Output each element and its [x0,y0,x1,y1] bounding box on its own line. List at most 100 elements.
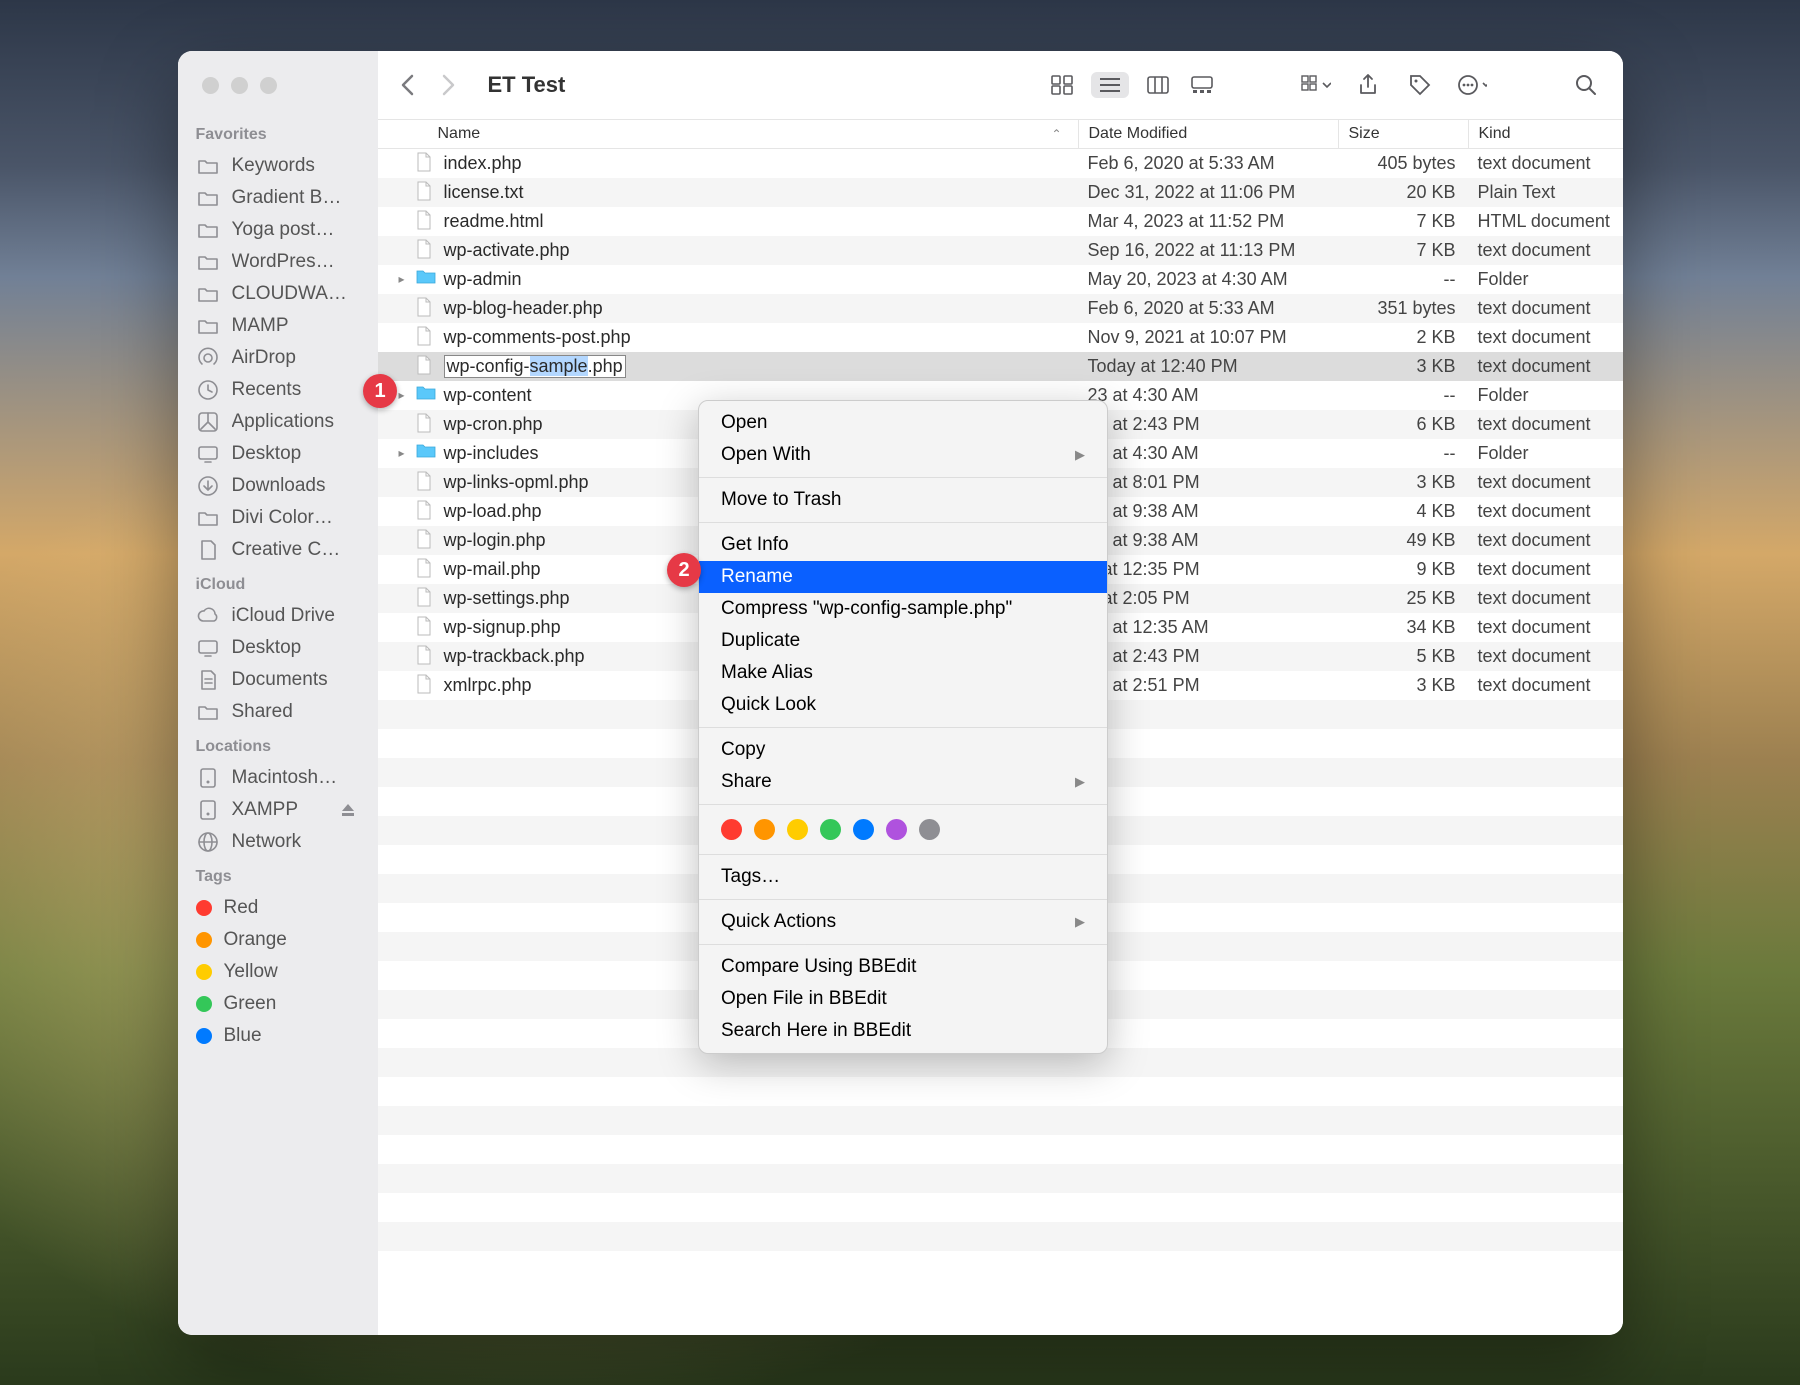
sidebar-item-label: iCloud Drive [232,605,335,627]
menu-item[interactable]: Copy [699,734,1107,766]
file-row[interactable]: license.txt Dec 31, 2022 at 11:06 PM 20 … [378,178,1623,207]
column-view-button[interactable] [1143,72,1173,98]
sidebar-item[interactable]: Downloads [178,470,378,502]
file-kind: text document [1468,240,1623,261]
menu-item[interactable]: Move to Trash [699,484,1107,516]
sidebar-tag-item[interactable]: Red [178,892,378,924]
file-date: 22 at 2:51 PM [1078,675,1338,696]
sidebar-tag-item[interactable]: Green [178,988,378,1020]
rename-input[interactable]: wp-config-sample.php [444,355,626,378]
share-button[interactable] [1353,72,1383,98]
sidebar-item[interactable]: MAMP [178,310,378,342]
col-name[interactable]: Name⌃ [378,125,1078,143]
file-size: 3 KB [1338,356,1468,377]
sidebar-item[interactable]: Recents [178,374,378,406]
menu-item[interactable]: Rename [699,561,1107,593]
sidebar-item[interactable]: Shared [178,696,378,728]
sidebar-item[interactable]: iCloud Drive [178,600,378,632]
group-button[interactable] [1301,72,1331,98]
disclosure-icon[interactable]: ▸ [396,388,408,402]
tag-color-dot[interactable] [787,819,808,840]
file-icon [416,645,436,667]
zoom-button[interactable] [260,77,277,94]
disclosure-icon[interactable]: ▸ [396,272,408,286]
menu-item[interactable]: Compare Using BBEdit [699,951,1107,983]
file-row[interactable]: wp-config-sample.php Today at 12:40 PM 3… [378,352,1623,381]
sidebar-item[interactable]: XAMPP [178,794,378,826]
tag-color-dot[interactable] [820,819,841,840]
sidebar-item[interactable]: AirDrop [178,342,378,374]
menu-item[interactable]: Open File in BBEdit [699,983,1107,1015]
sidebar-item[interactable]: Desktop [178,438,378,470]
col-size[interactable]: Size [1338,120,1468,148]
file-name: wp-cron.php [444,414,543,435]
back-button[interactable] [400,74,414,96]
sidebar-item[interactable]: Divi Color… [178,502,378,534]
menu-item-label: Quick Look [721,694,816,716]
gallery-view-button[interactable] [1187,72,1217,98]
search-button[interactable] [1571,72,1601,98]
disclosure-icon[interactable]: ▸ [396,446,408,460]
close-button[interactable] [202,77,219,94]
menu-item-label: Compare Using BBEdit [721,956,916,978]
menu-item[interactable]: Open [699,407,1107,439]
sidebar-item[interactable]: WordPres… [178,246,378,278]
menu-item[interactable]: Open With▶ [699,439,1107,471]
file-name: wp-comments-post.php [444,327,631,348]
tag-color-dot[interactable] [721,819,742,840]
forward-button[interactable] [442,74,456,96]
file-size: 2 KB [1338,327,1468,348]
menu-item[interactable]: Make Alias [699,657,1107,689]
sidebar-item[interactable]: Network [178,826,378,858]
sidebar-item-label: Divi Color… [232,507,333,529]
file-row[interactable]: wp-comments-post.php Nov 9, 2021 at 10:0… [378,323,1623,352]
sidebar-item[interactable]: Keywords [178,150,378,182]
file-icon [416,674,436,696]
tag-color-dot[interactable] [853,819,874,840]
tags-button[interactable] [1405,72,1435,98]
sidebar-item[interactable]: Creative C… [178,534,378,566]
menu-item[interactable]: Share▶ [699,766,1107,798]
menu-item[interactable]: Quick Look [699,689,1107,721]
sidebar-item[interactable]: CLOUDWA… [178,278,378,310]
file-row[interactable]: readme.html Mar 4, 2023 at 11:52 PM 7 KB… [378,207,1623,236]
menu-item[interactable]: Duplicate [699,625,1107,657]
sidebar-item[interactable]: Macintosh… [178,762,378,794]
col-kind[interactable]: Kind [1468,120,1623,148]
file-name: wp-content [444,385,532,406]
menu-item[interactable]: Tags… [699,861,1107,893]
menu-item[interactable]: Get Info [699,529,1107,561]
sidebar-tag-item[interactable]: Blue [178,1020,378,1052]
sidebar-item[interactable]: Gradient B… [178,182,378,214]
icon-view-button[interactable] [1047,72,1077,98]
file-kind: Folder [1468,269,1623,290]
sidebar-item[interactable]: Documents [178,664,378,696]
file-icon [416,181,436,203]
file-row[interactable]: wp-activate.php Sep 16, 2022 at 11:13 PM… [378,236,1623,265]
file-icon [416,355,436,377]
file-kind: text document [1468,153,1623,174]
list-view-button[interactable] [1091,72,1129,98]
sidebar-item[interactable]: Desktop [178,632,378,664]
col-date-modified[interactable]: Date Modified [1078,120,1338,148]
actions-button[interactable] [1457,72,1487,98]
tag-color-dot[interactable] [754,819,775,840]
minimize-button[interactable] [231,77,248,94]
sidebar-tag-item[interactable]: Orange [178,924,378,956]
menu-item-label: Quick Actions [721,911,836,933]
sidebar-tag-item[interactable]: Yellow [178,956,378,988]
tag-color-dot[interactable] [919,819,940,840]
eject-icon[interactable] [336,800,360,820]
file-row[interactable]: ▸wp-admin May 20, 2023 at 4:30 AM -- Fol… [378,265,1623,294]
menu-item[interactable]: Compress "wp-config-sample.php" [699,593,1107,625]
desktop-icon [196,444,220,464]
menu-item-label: Open File in BBEdit [721,988,887,1010]
sidebar-item[interactable]: Yoga post… [178,214,378,246]
tag-color-dot[interactable] [886,819,907,840]
file-row[interactable]: wp-blog-header.php Feb 6, 2020 at 5:33 A… [378,294,1623,323]
sidebar-item[interactable]: Applications [178,406,378,438]
disk-icon [196,768,220,788]
menu-item[interactable]: Quick Actions▶ [699,906,1107,938]
file-row[interactable]: index.php Feb 6, 2020 at 5:33 AM 405 byt… [378,149,1623,178]
menu-item[interactable]: Search Here in BBEdit [699,1015,1107,1047]
